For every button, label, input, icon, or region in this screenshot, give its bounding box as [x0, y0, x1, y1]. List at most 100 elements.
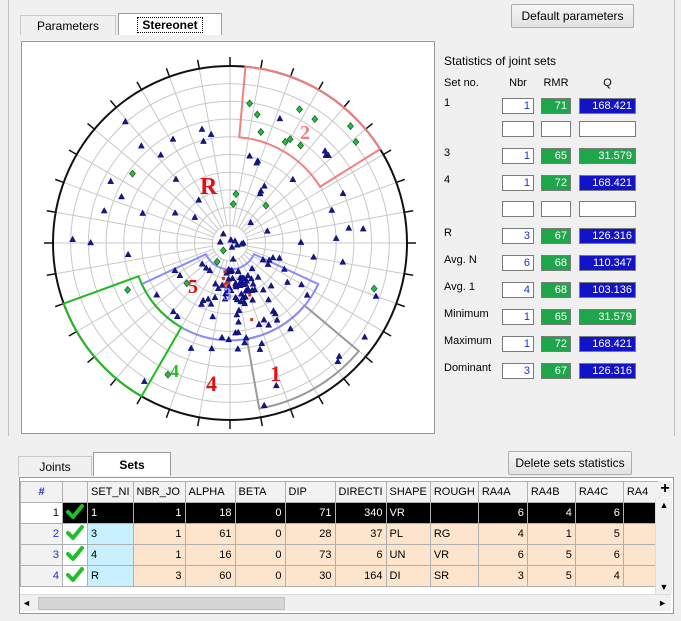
table-cell-ra4b[interactable]: 4: [526, 502, 576, 524]
column-header[interactable]: BETA: [234, 481, 286, 503]
add-column-button[interactable]: +: [658, 481, 672, 497]
column-header[interactable]: SET_NI: [87, 481, 134, 503]
scroll-up-icon[interactable]: ▲: [656, 498, 672, 512]
row-number[interactable]: 3: [20, 544, 63, 566]
table-cell-rough[interactable]: RG: [429, 523, 479, 545]
table-cell-dir[interactable]: 6: [334, 544, 387, 566]
tab-stereonet[interactable]: Stereonet: [118, 13, 222, 35]
table-cell-shape[interactable]: PL: [385, 523, 431, 545]
column-header[interactable]: RA4C: [574, 481, 624, 503]
table-cell-ra4b[interactable]: 5: [526, 544, 576, 566]
table-cell-dip[interactable]: 28: [284, 523, 336, 545]
table-cell-nbr[interactable]: 1: [132, 544, 186, 566]
row-number[interactable]: 2: [20, 523, 63, 545]
table-cell-ra4b[interactable]: 1: [526, 523, 576, 545]
set-name-cell[interactable]: R: [87, 565, 134, 587]
table-cell-alpha[interactable]: 18: [184, 502, 236, 524]
table-cell-alpha[interactable]: 60: [184, 565, 236, 587]
table-cell-ra4c[interactable]: 5: [574, 523, 624, 545]
column-header[interactable]: ALPHA: [184, 481, 236, 503]
checkmark-icon[interactable]: [62, 502, 88, 524]
pole-triangle: [211, 293, 219, 300]
grid-radial: [55, 211, 213, 241]
table-cell-shape[interactable]: DI: [385, 565, 431, 587]
table-cell-beta[interactable]: 0: [234, 523, 286, 545]
column-header[interactable]: RA4A: [477, 481, 528, 503]
pole-triangle: [332, 234, 340, 241]
horizontal-scrollbar[interactable]: ◄ ►: [20, 594, 671, 611]
table-row[interactable]: 3 4 1 16 0 73 6 UN VR 6 5 6: [20, 544, 660, 566]
table-cell-dip[interactable]: 30: [284, 565, 336, 587]
table-cell-nbr[interactable]: 1: [132, 523, 186, 545]
table-cell-ra4d[interactable]: [622, 502, 660, 524]
table-row[interactable]: 1 1 1 18 0 71 340 VR 6 4 6: [20, 502, 660, 524]
table-cell-alpha[interactable]: 16: [184, 544, 236, 566]
table-cell-ra4d[interactable]: [622, 544, 660, 566]
pole-triangle: [260, 316, 268, 323]
tab-sets[interactable]: Sets: [93, 452, 171, 476]
set-name-cell[interactable]: 1: [87, 502, 134, 524]
table-cell-rough[interactable]: [429, 502, 479, 524]
scroll-right-icon[interactable]: ►: [658, 595, 667, 611]
table-cell-nbr[interactable]: 1: [132, 502, 186, 524]
set-name-cell[interactable]: 4: [87, 544, 134, 566]
table-cell-dip[interactable]: 71: [284, 502, 336, 524]
table-cell-beta[interactable]: 0: [234, 502, 286, 524]
table-cell-ra4a[interactable]: 4: [477, 523, 528, 545]
table-cell-ra4c[interactable]: 4: [574, 565, 624, 587]
column-header[interactable]: RA4B: [526, 481, 576, 503]
column-header[interactable]: SHAPE: [385, 481, 431, 503]
scroll-down-icon[interactable]: ▼: [656, 580, 672, 594]
table-cell-dip[interactable]: 73: [284, 544, 336, 566]
table-cell-ra4c[interactable]: 6: [574, 544, 624, 566]
stats-row-label: Maximum: [444, 335, 492, 347]
row-number[interactable]: 4: [20, 565, 63, 587]
table-cell-ra4a[interactable]: 3: [477, 565, 528, 587]
table-cell-shape[interactable]: VR: [385, 502, 431, 524]
table-cell-ra4c[interactable]: 6: [574, 502, 624, 524]
column-header[interactable]: NBR_JO: [132, 481, 186, 503]
table-cell-dir[interactable]: 164: [334, 565, 387, 587]
table-cell-rough[interactable]: VR: [429, 544, 479, 566]
table-cell-ra4a[interactable]: 6: [477, 544, 528, 566]
delete-sets-statistics-button[interactable]: Delete sets statistics: [508, 451, 632, 475]
pole-triangle: [219, 230, 227, 237]
table-cell-rough[interactable]: SR: [429, 565, 479, 587]
table-cell-beta[interactable]: 0: [234, 544, 286, 566]
table-cell-shape[interactable]: UN: [385, 544, 431, 566]
table-cell-alpha[interactable]: 61: [184, 523, 236, 545]
table-cell-ra4d[interactable]: [622, 565, 660, 587]
default-parameters-button[interactable]: Default parameters: [511, 4, 634, 28]
checkmark-icon[interactable]: [62, 523, 88, 545]
column-header[interactable]: #: [20, 481, 63, 503]
checkmark-icon[interactable]: [62, 544, 88, 566]
row-number[interactable]: 1: [20, 502, 63, 524]
table-row[interactable]: 2 3 1 61 0 28 37 PL RG 4 1 5: [20, 523, 660, 545]
set-name-cell[interactable]: 3: [87, 523, 134, 545]
column-header[interactable]: DIP: [284, 481, 336, 503]
scroll-thumb[interactable]: [38, 597, 285, 610]
pole-triangle: [124, 250, 132, 258]
vertical-scrollbar[interactable]: ▲ ▼: [655, 498, 672, 594]
column-header[interactable]: ROUGH: [429, 481, 479, 503]
pole-triangle: [169, 135, 177, 142]
table-cell-ra4a[interactable]: 6: [477, 502, 528, 524]
stereonet-tick: [289, 409, 295, 419]
table-cell-beta[interactable]: 0: [234, 565, 286, 587]
column-header[interactable]: [62, 481, 88, 503]
table-cell-ra4b[interactable]: 5: [526, 565, 576, 587]
tab-parameters[interactable]: Parameters: [20, 15, 116, 35]
table-cell-dir[interactable]: 340: [334, 502, 387, 524]
table-cell-dir[interactable]: 37: [334, 523, 387, 545]
column-header[interactable]: RA4: [622, 481, 660, 503]
table-cell-ra4d[interactable]: [622, 523, 660, 545]
scroll-left-icon[interactable]: ◄: [22, 595, 31, 611]
table-row[interactable]: 4 R 3 60 0 30 164 DI SR 3 5 4: [20, 565, 660, 587]
pole-triangle: [339, 258, 347, 265]
checkmark-icon[interactable]: [62, 565, 88, 587]
tab-joints[interactable]: Joints: [18, 456, 92, 476]
table-cell-nbr[interactable]: 3: [132, 565, 186, 587]
pole-diamond: [257, 128, 265, 136]
column-header[interactable]: DIRECTI: [334, 481, 387, 503]
stereonet-tick: [382, 330, 392, 337]
